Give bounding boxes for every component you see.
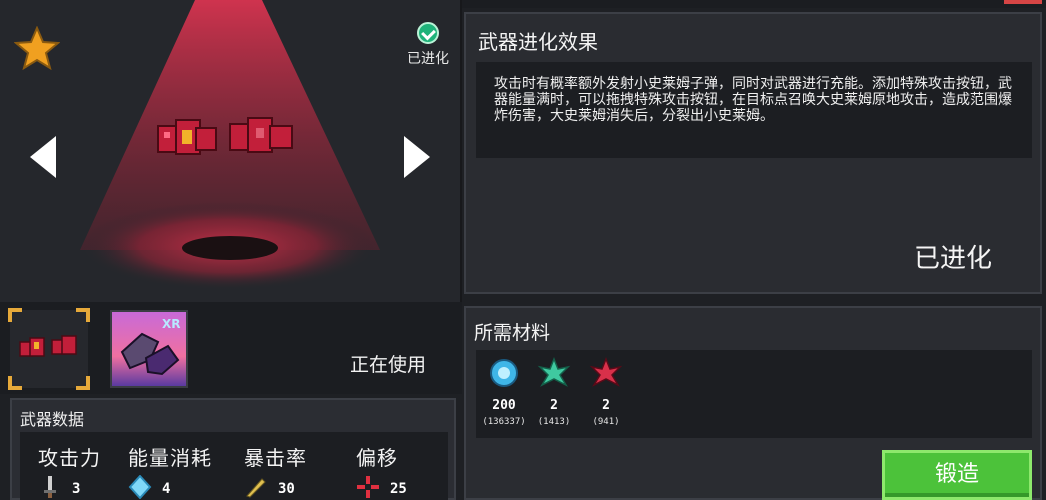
crosshair-icon — [357, 476, 379, 498]
skin-slot-selected[interactable] — [8, 308, 90, 390]
material-blue-gem: 200 (136337) — [476, 356, 532, 427]
stat-crit: 暴击率 30 — [244, 446, 307, 498]
materials-title: 所需材料 — [474, 322, 551, 344]
stat-energy: 能量消耗 4 — [128, 446, 212, 499]
skin-slot-xr[interactable]: XR — [110, 310, 188, 388]
right-arrow-icon[interactable] — [400, 132, 434, 182]
left-arrow-icon[interactable] — [26, 132, 60, 182]
svg-text:XR: XR — [162, 317, 181, 331]
weapon-preview: 已进化 — [0, 0, 462, 302]
xr-skin-thumb-icon: XR — [112, 312, 186, 386]
slime-weapon-thumb-icon — [19, 335, 77, 357]
red-leaf-icon — [589, 356, 623, 387]
in-use-label: 正在使用 — [350, 354, 427, 376]
skin-selector: XR 正在使用 — [0, 302, 462, 394]
stats-title: 武器数据 — [20, 410, 85, 429]
evolution-effect-panel: 武器进化效果 攻击时有概率额外发射小史莱姆子弹，同时对武器进行充能。添加特殊攻击… — [464, 12, 1042, 294]
close-indicator[interactable] — [1004, 0, 1042, 4]
evolved-indicator: 已进化 — [400, 22, 456, 68]
evolved-label: 已进化 — [407, 51, 449, 67]
evolution-status: 已进化 — [914, 244, 993, 274]
green-leaf-icon — [537, 356, 571, 387]
weapon-stats-panel: 武器数据 攻击力 3 能量消耗 4 暴击率 30 偏移 25 — [10, 398, 456, 500]
slime-weapon-sprite — [157, 117, 293, 155]
sword-icon — [44, 476, 56, 498]
energy-crystal-icon — [128, 475, 152, 499]
effect-title: 武器进化效果 — [478, 30, 598, 54]
blue-gem-icon — [490, 359, 518, 387]
star-icon[interactable] — [14, 26, 60, 70]
top-bar — [462, 0, 1046, 8]
materials-panel: 所需材料 200 (136337) 2 (1413) 2 (941) 锻造 — [464, 306, 1042, 500]
stat-offset: 偏移 25 — [356, 446, 407, 498]
check-badge-icon — [417, 22, 439, 44]
materials-list: 200 (136337) 2 (1413) 2 (941) — [476, 350, 1032, 438]
material-red-leaf: 2 (941) — [578, 356, 634, 427]
material-green-leaf: 2 (1413) — [526, 356, 582, 427]
crit-blade-icon — [246, 478, 266, 498]
effect-description: 攻击时有概率额外发射小史莱姆子弹，同时对武器进行充能。添加特殊攻击按钮，武器能量… — [494, 76, 1012, 124]
forge-button[interactable]: 锻造 — [882, 450, 1032, 500]
